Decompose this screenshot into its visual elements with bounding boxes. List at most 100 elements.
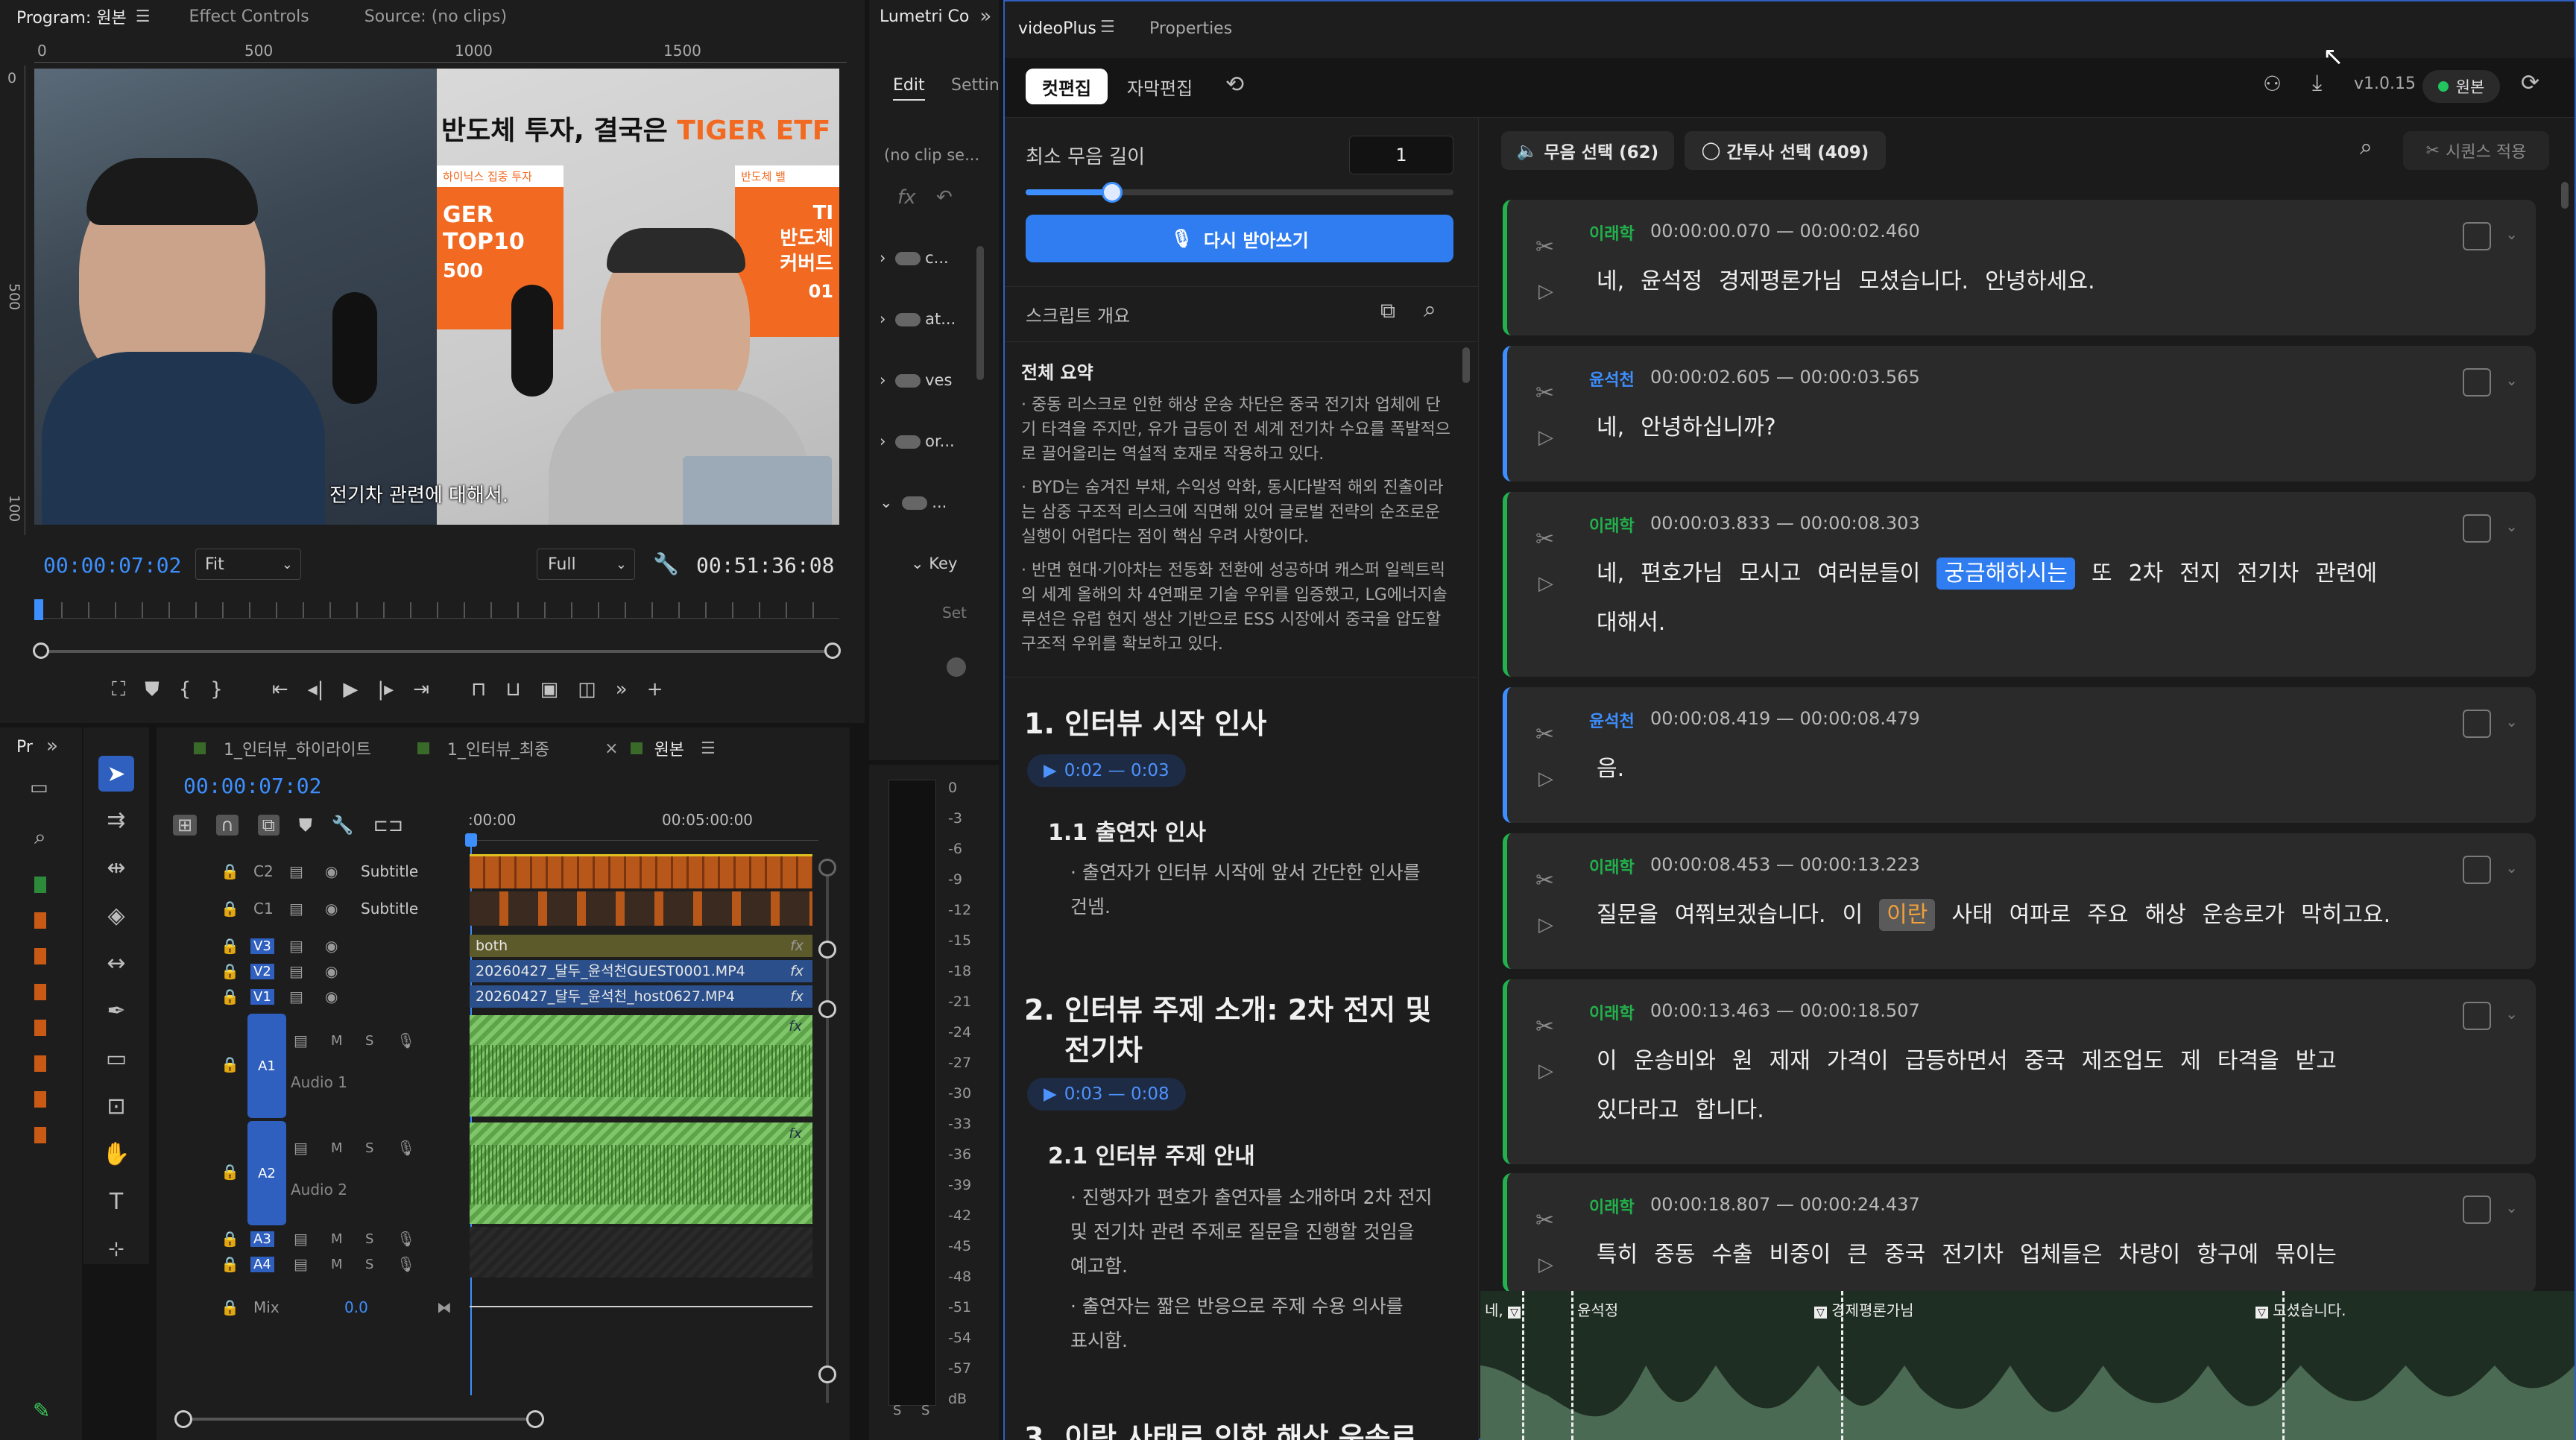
chevron-down-icon[interactable]: ⌄ — [2505, 1199, 2518, 1216]
razor-tool-icon[interactable]: ◈ — [98, 897, 134, 933]
waveform-word-label[interactable]: 윤석정 — [1577, 1298, 1618, 1320]
clip-v2[interactable]: 20260427_달두_윤석천GUEST0001.MP4 fx — [470, 960, 812, 982]
tab-subtitle-edit[interactable]: 자막편집 — [1118, 69, 1202, 104]
transcript-word[interactable]: 또 — [2092, 560, 2112, 587]
lock-icon[interactable]: 🔒 — [221, 862, 239, 880]
transcript-word[interactable]: 음. — [1597, 756, 1624, 782]
video-frame[interactable]: 반도체 투자, 결국은 TIGER ETF 하이닉스 집중 투자 GER TOP… — [34, 69, 839, 525]
transcript-word[interactable]: 궁금해하시는 — [1936, 558, 2075, 590]
v-scroll-handle[interactable] — [818, 859, 836, 877]
download-icon[interactable]: ⤓ — [2312, 70, 2322, 96]
tab-project[interactable]: Pr — [16, 738, 33, 757]
transcript-word[interactable]: 사태 — [1951, 902, 1992, 928]
camera-icon[interactable]: ▣ — [540, 678, 559, 701]
transcript-word[interactable]: 운송로가 — [2203, 902, 2285, 928]
meter-solo-left[interactable]: S — [893, 1403, 901, 1418]
segment-checkbox[interactable] — [2463, 368, 2491, 397]
mark-in-icon[interactable]: { — [179, 678, 192, 701]
mix-track[interactable]: 🔒 Mix 0.0 ⧓ — [157, 1285, 468, 1330]
chevron-down-icon[interactable]: ⌄ — [2505, 859, 2518, 877]
eye-icon[interactable]: ◉ — [325, 937, 338, 955]
scissors-icon[interactable]: ✂ — [1535, 721, 1554, 748]
transcript-word[interactable]: 특히 — [1597, 1242, 1638, 1268]
mic-icon[interactable]: 🎙 — [397, 1255, 415, 1273]
transcript-word[interactable]: 대해서. — [1597, 610, 1665, 636]
panel-menu-icon[interactable]: ☰ — [136, 7, 151, 26]
lock-icon[interactable]: 🔒 — [221, 1055, 239, 1073]
search-icon[interactable]: ⌕ — [2360, 134, 2373, 160]
extract-icon[interactable]: ⊔ — [505, 678, 520, 701]
tab-program[interactable]: Program: 원본 — [0, 4, 143, 28]
solo-button[interactable]: S — [365, 1257, 373, 1272]
type-tool-icon[interactable]: T — [98, 1184, 134, 1219]
wrench-icon[interactable]: 🔧 — [332, 815, 354, 836]
fit-dropdown[interactable]: Fit ⌄ — [195, 549, 301, 580]
mic-icon[interactable]: 🎙 — [397, 1139, 415, 1157]
program-timecode[interactable]: 00:00:07:02 — [43, 553, 181, 578]
transcript-word[interactable]: 묶이는 — [2275, 1242, 2337, 1268]
segment-checkbox[interactable] — [2463, 1196, 2491, 1224]
transcript-word[interactable]: 여쭤보겠습니다. — [1675, 902, 1826, 928]
transcript-word[interactable]: 타격을 — [2217, 1048, 2279, 1074]
v-scroll-handle[interactable] — [818, 941, 836, 959]
solo-button[interactable]: S — [365, 1231, 373, 1247]
segment-checkbox[interactable] — [2463, 1002, 2491, 1030]
h-scroll-handle-right[interactable] — [526, 1410, 544, 1428]
play-icon[interactable]: ▶ — [343, 678, 358, 701]
track-v2[interactable]: 🔒 V2 ▤ ◉ — [157, 959, 468, 984]
mute-button[interactable]: M — [331, 1231, 343, 1247]
chevron-down-icon[interactable]: ⌄ — [2505, 517, 2518, 535]
transcript-word[interactable]: 안녕하십니까? — [1641, 414, 1776, 440]
track-a1[interactable]: 🔒 A1 ▤ M S 🎙 Audio 1 — [157, 1014, 468, 1118]
snap-icon[interactable]: ∩ — [216, 815, 239, 836]
transcript-word[interactable]: 경제평론가님 — [1719, 268, 1843, 294]
add-marker-icon[interactable]: ⛊ — [145, 678, 160, 701]
users-icon[interactable]: ⚇ — [2263, 72, 2282, 96]
wrench-icon[interactable]: 🔧 — [653, 552, 679, 576]
clip-a2[interactable]: fx — [470, 1122, 812, 1224]
linked-selection-icon[interactable]: ⧉ — [257, 815, 280, 836]
lumetri-tab-settings[interactable]: Settin — [951, 76, 999, 95]
film-icon[interactable]: ▤ — [294, 1230, 308, 1248]
mix-value[interactable]: 0.0 — [344, 1298, 368, 1316]
mark-out-icon[interactable]: } — [210, 678, 223, 701]
tab-sequence-highlight[interactable]: 1_인터뷰_하이라이트 — [224, 736, 371, 760]
lock-icon[interactable]: 🔒 — [221, 900, 239, 918]
tab-sequence-final[interactable]: 1_인터뷰_최종 — [447, 736, 549, 760]
playhead-marker[interactable] — [34, 599, 43, 620]
min-silence-slider-track[interactable] — [1026, 189, 1453, 195]
transcript-word[interactable]: 2차 — [2129, 560, 2164, 587]
transcript-word[interactable]: 비중이 — [1770, 1242, 1831, 1268]
mute-button[interactable]: M — [331, 1140, 343, 1156]
transcript-word[interactable]: 이 — [1843, 902, 1863, 928]
waveform-word-label[interactable]: 네, ▽ — [1485, 1298, 1521, 1320]
mic-icon[interactable]: 🎙 — [397, 1032, 415, 1049]
track-a4[interactable]: 🔒 A4 ▤ M S 🎙 — [157, 1252, 468, 1276]
panel-menu-icon[interactable]: ☰ — [1100, 18, 1115, 37]
waveform-word-label[interactable]: ▽ 경제평론가님 — [1814, 1298, 1914, 1320]
play-icon[interactable]: ▷ — [1538, 1060, 1553, 1082]
transcript-word[interactable]: 큰 — [1847, 1242, 1868, 1268]
section-range-button[interactable]: ▶ 0:03 — 0:08 — [1027, 1078, 1186, 1111]
mic-icon[interactable]: 🎙 — [397, 1230, 415, 1248]
track-select-tool-icon[interactable]: ⇉ — [98, 802, 134, 838]
transcript-segment[interactable]: ✂ ▷ 이래학 00:00:18.807 — 00:00:24.437 특히 중동 수출 비중… — [1503, 1173, 2536, 1292]
film-icon[interactable]: ▤ — [289, 862, 303, 880]
transcript-word[interactable]: 중동 — [1654, 1242, 1695, 1268]
clip-v1[interactable]: 20260427_달두_윤석천_host0627.MP4 fx — [470, 985, 812, 1008]
scissors-icon[interactable]: ✂ — [1535, 868, 1554, 894]
lift-icon[interactable]: ⊓ — [471, 678, 486, 701]
tab-videoplus[interactable]: videoPlus — [1018, 19, 1096, 38]
lumetri-tab-edit[interactable]: Edit — [893, 76, 925, 101]
film-icon[interactable]: ▤ — [289, 937, 303, 955]
transcript-word[interactable]: 편호가님 — [1641, 560, 1723, 587]
min-silence-slider-thumb[interactable] — [1102, 182, 1123, 203]
history-icon[interactable]: ⟲ — [1225, 72, 1244, 98]
transcript-word[interactable]: 제재 — [1770, 1048, 1811, 1074]
key-dot[interactable] — [947, 657, 966, 677]
transcript-word[interactable]: 네, — [1597, 268, 1624, 294]
transcript-word[interactable]: 받고 — [2296, 1048, 2337, 1074]
transcript-word[interactable]: 가격이 — [1827, 1048, 1889, 1074]
lock-icon[interactable]: 🔒 — [221, 1255, 239, 1273]
transform-tool-icon[interactable]: ⊹ — [98, 1231, 134, 1264]
